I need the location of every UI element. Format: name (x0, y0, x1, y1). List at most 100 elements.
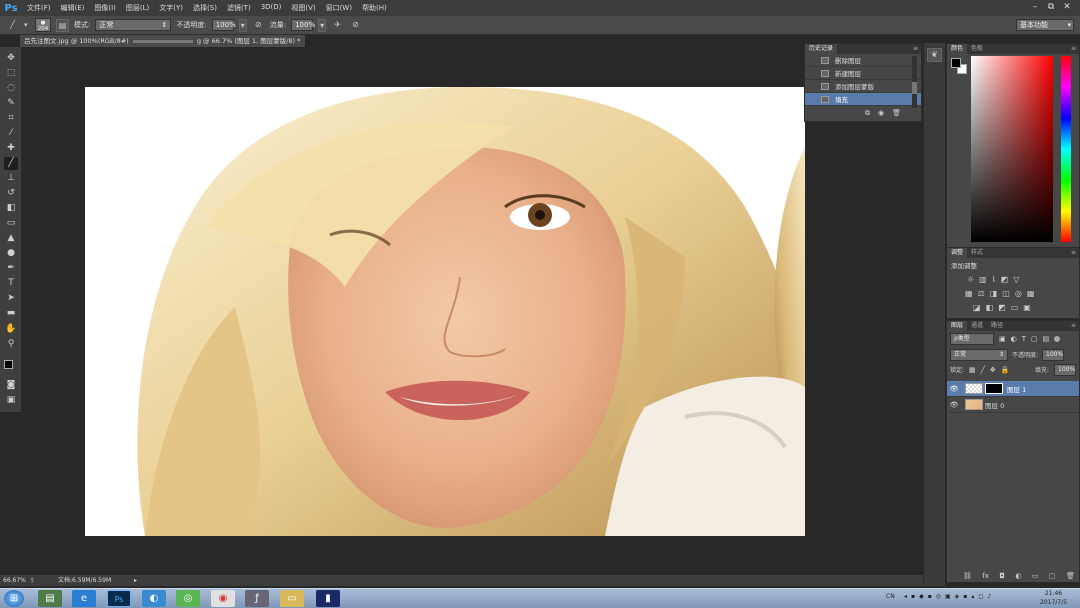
link-layers-icon[interactable]: ⛓ (963, 572, 972, 580)
layer-row[interactable]: 👁 图层 0 (947, 397, 1079, 413)
panel-menu-icon[interactable]: ≡ (1071, 248, 1079, 258)
tray-clock[interactable]: 21:46 2017/7/5 (1040, 589, 1067, 607)
stamp-tool-icon[interactable]: ⊥ (4, 172, 18, 185)
panel-menu-icon[interactable]: ≡ (1071, 44, 1079, 54)
taskbar-flash-icon[interactable]: ƒ (245, 590, 269, 607)
menu-item[interactable]: 编辑(E) (56, 3, 90, 13)
tab-paths[interactable]: 路径 (987, 321, 1007, 331)
tab-layers[interactable]: 图层 (947, 321, 968, 331)
lock-position-icon[interactable]: ✥ (990, 366, 996, 374)
channel-mixer-icon[interactable]: ◎ (1015, 289, 1022, 298)
crop-tool-icon[interactable]: ⌗ (4, 112, 18, 125)
history-brush-tool-icon[interactable]: ↺ (4, 187, 18, 200)
document-canvas[interactable] (85, 87, 805, 536)
tab-color[interactable]: 颜色 (947, 44, 968, 54)
taskbar-chrome-icon[interactable]: ◉ (211, 590, 235, 607)
menu-item[interactable]: 文件(F) (22, 3, 56, 13)
taskbar-photoshop-icon[interactable]: Ps (107, 590, 131, 607)
lock-all-icon[interactable]: 🔒 (1001, 366, 1010, 374)
layer-name[interactable]: 图层 1 (1007, 384, 1026, 394)
path-select-tool-icon[interactable]: ➤ (4, 292, 18, 305)
close-button[interactable]: ✕ (1060, 1, 1074, 13)
layer-mask-thumbnail[interactable] (985, 383, 1003, 394)
gradient-map-icon[interactable]: ▭ (1011, 303, 1019, 312)
menu-item[interactable]: 图层(L) (121, 3, 154, 13)
eraser-tool-icon[interactable]: ◧ (4, 202, 18, 215)
tab-history[interactable]: 历史记录 (805, 44, 838, 54)
brightness-icon[interactable]: ☼ (967, 275, 974, 284)
threshold-icon[interactable]: ◩ (998, 303, 1006, 312)
foreground-color-swatch[interactable] (951, 58, 961, 68)
flow-dropdown-icon[interactable]: ▾ (318, 18, 327, 32)
menu-item[interactable]: 3D(D) (256, 3, 287, 13)
menu-item[interactable]: 帮助(H) (357, 3, 392, 13)
lock-transparent-icon[interactable]: ▦ (969, 366, 976, 374)
export-icon[interactable]: ⇪ (30, 575, 35, 586)
new-layer-icon[interactable]: ▢ (1049, 572, 1056, 580)
new-adjustment-icon[interactable]: ◐ (1015, 572, 1021, 580)
layer-name[interactable]: 图层 0 (985, 400, 1004, 410)
taskbar-folder-icon[interactable]: ▭ (280, 590, 304, 607)
gradient-tool-icon[interactable]: ▭ (4, 217, 18, 230)
opacity-dropdown-icon[interactable]: ▾ (238, 18, 247, 32)
selective-color-icon[interactable]: ▣ (1023, 303, 1031, 312)
history-state[interactable]: 新建图层 (805, 67, 921, 80)
filter-shape-icon[interactable]: ▢ (1031, 335, 1038, 343)
color-field[interactable] (971, 56, 1053, 242)
tray-language[interactable]: CN (886, 593, 895, 600)
layer-thumbnail[interactable] (965, 383, 983, 394)
tray-icons[interactable]: ◂▪◆▪◎▣◈▪▴◻♪ (904, 593, 995, 600)
zoom-level[interactable]: 66.67% (3, 575, 26, 586)
menu-item[interactable]: 窗口(W) (321, 3, 357, 13)
filter-type-icon[interactable]: T (1022, 335, 1026, 343)
pressure-size-icon[interactable]: ⊘ (349, 19, 362, 32)
type-tool-icon[interactable]: T (4, 277, 18, 290)
menu-item[interactable]: 视图(V) (286, 3, 320, 13)
quick-select-tool-icon[interactable]: ✎ (4, 97, 18, 110)
workspace-select[interactable]: 基本功能 ▾ (1016, 19, 1074, 31)
filter-smart-icon[interactable]: ▤ (1043, 335, 1050, 343)
pen-tool-icon[interactable]: ✒ (4, 262, 18, 275)
brush-panel-icon[interactable]: ▤ (56, 18, 69, 32)
history-state[interactable]: 填充 (805, 93, 921, 106)
visibility-eye-icon[interactable]: 👁 (947, 401, 961, 409)
lasso-tool-icon[interactable]: ◌ (4, 82, 18, 95)
panel-menu-icon[interactable]: ≡ (913, 44, 921, 54)
mode-select[interactable]: 正常 ⇕ (95, 19, 172, 31)
opacity-field[interactable]: 100% (211, 19, 236, 31)
filter-toggle[interactable] (1054, 336, 1061, 342)
layer-row[interactable]: 👁 图层 1 (947, 381, 1079, 397)
trash-icon[interactable]: 🗑 (892, 109, 901, 118)
trash-icon[interactable]: 🗑 (1066, 572, 1075, 580)
marquee-tool-icon[interactable]: ⬚ (4, 67, 18, 80)
levels-icon[interactable]: ▥ (979, 275, 987, 284)
hue-slider[interactable] (1061, 56, 1071, 242)
taskbar-app-icon[interactable]: ▮ (316, 590, 340, 607)
tab-channels[interactable]: 通道 (967, 321, 987, 331)
dodge-tool-icon[interactable]: ● (4, 247, 18, 260)
menu-item[interactable]: 选择(S) (188, 3, 222, 13)
history-state[interactable]: 删除图层 (805, 54, 921, 67)
scroll-thumb[interactable] (912, 82, 917, 94)
black-white-icon[interactable]: ◨ (990, 289, 998, 298)
screen-mode-icon[interactable]: ▣ (4, 394, 18, 407)
history-state[interactable]: 添加图层蒙版 (805, 80, 921, 93)
filter-adjust-icon[interactable]: ◐ (1011, 335, 1017, 343)
lock-pixels-icon[interactable]: ╱ (981, 366, 985, 374)
layer-thumbnail[interactable] (965, 399, 983, 410)
posterize-icon[interactable]: ◧ (986, 303, 994, 312)
quick-mask-icon[interactable]: ◙ (4, 379, 18, 392)
add-mask-icon[interactable]: ◘ (999, 572, 1005, 580)
taskbar-ie-icon[interactable]: e (72, 590, 96, 607)
snapshot-icon[interactable]: ◉ (878, 109, 884, 118)
foreground-color-swatch[interactable] (4, 360, 13, 369)
blur-tool-icon[interactable]: ▲ (4, 232, 18, 245)
brush-panel-icon[interactable]: ❦ (927, 48, 942, 62)
photo-filter-icon[interactable]: ◫ (1002, 289, 1010, 298)
invert-icon[interactable]: ◪ (973, 303, 981, 312)
minimize-button[interactable]: – (1028, 1, 1042, 13)
exposure-icon[interactable]: ◩ (1001, 275, 1009, 284)
curves-icon[interactable]: ⌇ (992, 275, 996, 284)
status-menu-arrow-icon[interactable]: ▸ (134, 575, 137, 586)
chevron-down-icon[interactable]: ▾ (24, 21, 30, 29)
